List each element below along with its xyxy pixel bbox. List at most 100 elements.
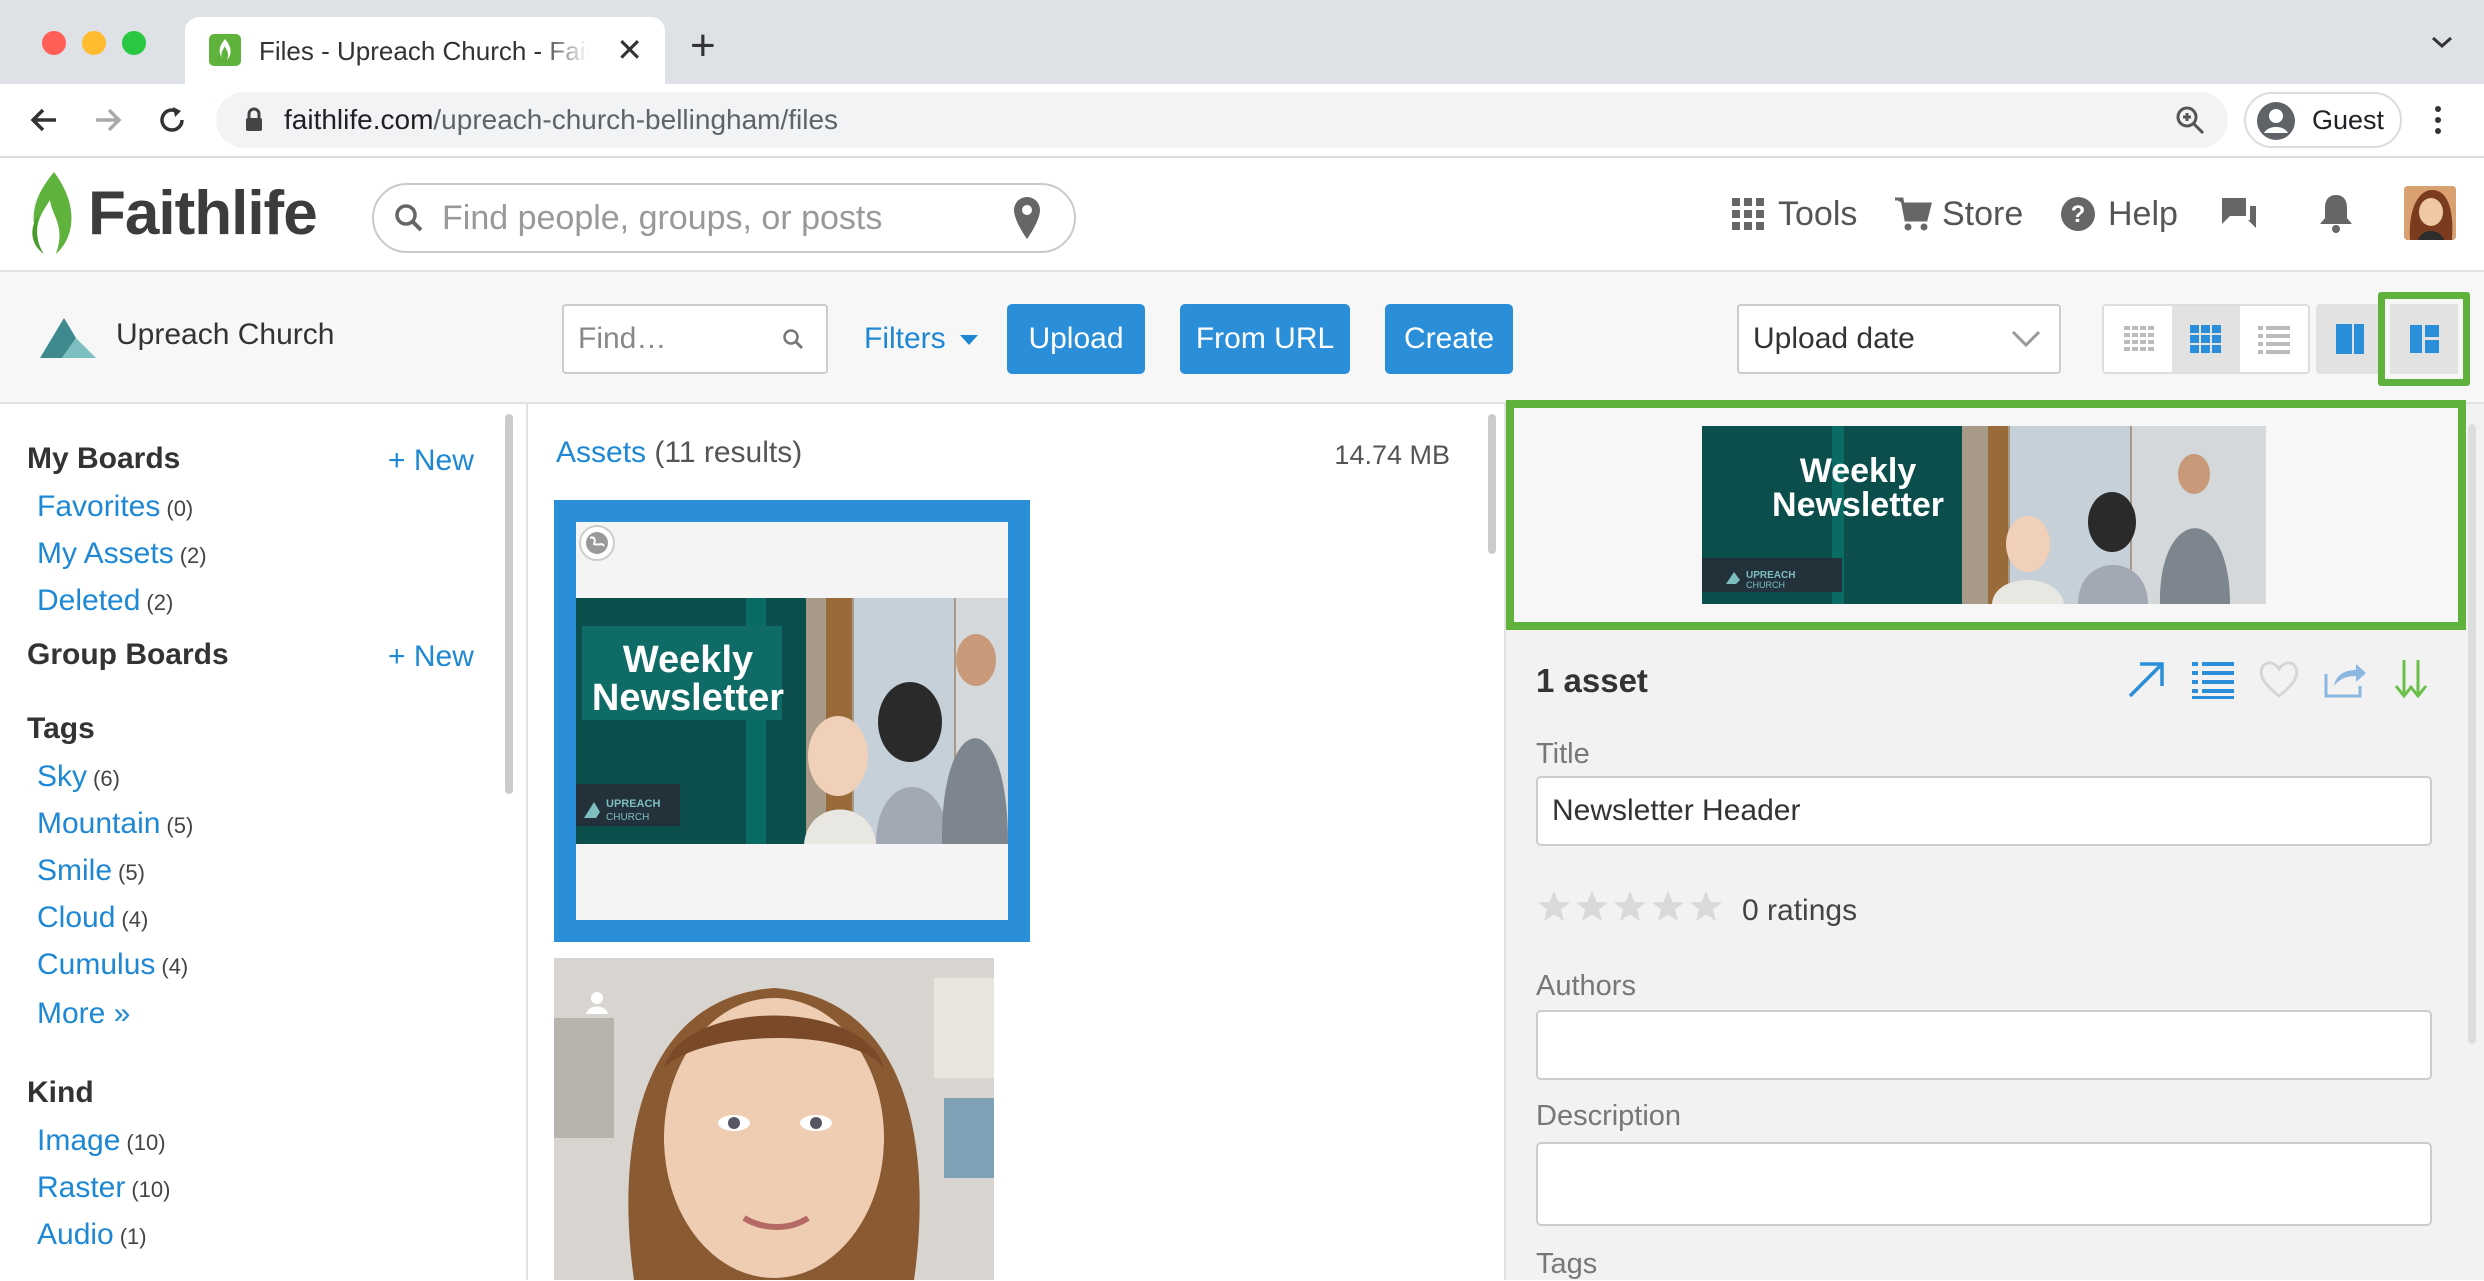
tag-item-cloud[interactable]: Cloud (4) — [37, 901, 148, 935]
tag-item-count: (5) — [118, 860, 145, 885]
favorite-heart-icon[interactable] — [2256, 656, 2302, 702]
new-my-board-link[interactable]: + New — [388, 444, 474, 478]
global-search — [372, 183, 1076, 253]
my-boards-heading: My Boards — [27, 442, 181, 475]
tag-item-label: Cloud — [37, 901, 116, 934]
zoom-icon[interactable] — [2174, 104, 2206, 136]
tags-more-link[interactable]: More » — [37, 997, 130, 1031]
tag-item-count: (6) — [93, 766, 120, 791]
detail-scrollbar[interactable] — [2468, 424, 2476, 1044]
download-arrows-icon[interactable] — [2388, 656, 2434, 702]
messages-icon[interactable] — [2218, 194, 2262, 234]
upload-button[interactable]: Upload — [1007, 304, 1145, 374]
kind-item-audio[interactable]: Audio (1) — [37, 1218, 147, 1252]
open-arrow-icon[interactable] — [2124, 656, 2170, 702]
view-large-grid-button[interactable] — [2172, 306, 2240, 372]
window-close-button[interactable] — [42, 31, 66, 55]
asset-preview-image[interactable]: Weekly Newsletter UPREACH CHURCH — [1702, 426, 2266, 604]
group-name[interactable]: Upreach Church — [116, 318, 334, 352]
group-boards-heading: Group Boards — [27, 638, 229, 671]
upreach-church-logo-icon[interactable] — [36, 316, 100, 360]
faithlife-flame-logo-icon[interactable] — [24, 170, 80, 256]
tools-menu[interactable]: Tools — [1732, 190, 1857, 238]
preview-heading-line1: Weekly — [1800, 452, 1917, 490]
global-search-input[interactable] — [442, 193, 982, 243]
kind-item-raster[interactable]: Raster (10) — [37, 1171, 170, 1205]
faithlife-wordmark[interactable]: Faithlife — [88, 178, 318, 249]
faithlife-favicon-icon — [209, 34, 241, 66]
add-to-board-list-icon[interactable] — [2190, 656, 2236, 702]
filters-dropdown[interactable]: Filters — [864, 322, 979, 356]
group-toolbar: Upreach Church Filters Upload From URL C… — [0, 272, 2484, 404]
profile-button[interactable]: Guest — [2244, 92, 2402, 148]
tab-title: Files - Upreach Church - Faithlife — [259, 36, 589, 66]
profile-avatar-icon — [2256, 101, 2296, 141]
create-button[interactable]: Create — [1385, 304, 1513, 374]
tag-item-mountain[interactable]: Mountain (5) — [37, 807, 193, 841]
view-mode-group — [2102, 304, 2310, 374]
board-item-favorites[interactable]: Favorites (0) — [37, 490, 193, 524]
board-item-count: (2) — [146, 590, 174, 615]
view-list-button[interactable] — [2240, 306, 2308, 372]
browser-menu-icon[interactable] — [2432, 102, 2444, 138]
back-arrow-icon[interactable] — [26, 102, 62, 138]
authors-label: Authors — [1536, 970, 1636, 1002]
share-icon[interactable] — [2322, 656, 2368, 702]
svg-text:?: ? — [2071, 201, 2086, 228]
public-globe-icon — [578, 524, 616, 562]
title-input[interactable] — [1536, 776, 2432, 846]
lock-icon — [244, 107, 264, 133]
authors-input[interactable] — [1536, 1010, 2432, 1080]
caret-down-icon — [960, 335, 979, 346]
board-item-label: Favorites — [37, 490, 161, 523]
forward-arrow-icon[interactable] — [90, 102, 126, 138]
grid-icon — [1732, 198, 1764, 230]
store-menu[interactable]: Store — [1894, 190, 2023, 238]
assets-grid: Assets (11 results) 14.74 MB Weekly News… — [530, 404, 1496, 1280]
board-item-my-assets[interactable]: My Assets (2) — [37, 537, 207, 571]
description-input[interactable] — [1536, 1142, 2432, 1226]
board-item-deleted[interactable]: Deleted (2) — [37, 584, 173, 618]
private-user-icon — [584, 990, 610, 1016]
star-rating[interactable] — [1536, 888, 1732, 928]
assets-total-size: 14.74 MB — [1334, 440, 1450, 470]
board-item-count: (0) — [166, 496, 194, 521]
kind-item-label: Audio — [37, 1218, 114, 1251]
notifications-bell-icon[interactable] — [2318, 192, 2354, 234]
tag-item-count: (5) — [166, 813, 194, 838]
from-url-button[interactable]: From URL — [1180, 304, 1350, 374]
tag-item-smile[interactable]: Smile (5) — [37, 854, 145, 888]
assets-heading: Assets (11 results) — [556, 436, 802, 470]
asset-find-input[interactable] — [578, 316, 778, 362]
view-small-grid-button[interactable] — [2104, 306, 2172, 372]
selected-count: 1 asset — [1536, 662, 1648, 699]
new-tab-button[interactable]: + — [690, 24, 716, 68]
view-panel-button[interactable] — [2316, 304, 2384, 374]
tag-item-cumulus[interactable]: Cumulus (4) — [37, 948, 188, 982]
assets-results-count: (11 results) — [654, 436, 803, 469]
description-label: Description — [1536, 1100, 1682, 1132]
newsletter-thumbnail: Weekly Newsletter UPREACH CHURCH — [576, 598, 1008, 844]
asset-card-selected[interactable]: Weekly Newsletter UPREACH CHURCH — [554, 500, 1030, 942]
kind-item-image[interactable]: Image (10) — [37, 1124, 166, 1158]
sort-select[interactable]: Upload date — [1737, 304, 2061, 374]
user-avatar[interactable] — [2404, 186, 2456, 240]
tab-search-chevron-icon[interactable] — [2430, 34, 2454, 50]
sidebar-scrollbar[interactable] — [505, 414, 513, 794]
window-minimize-button[interactable] — [82, 31, 106, 55]
assets-link[interactable]: Assets — [556, 436, 646, 469]
thumb-brand-line2: CHURCH — [606, 812, 649, 823]
find-search-icon[interactable] — [782, 328, 804, 350]
window-zoom-button[interactable] — [122, 31, 146, 55]
tab-close-icon[interactable]: ✕ — [616, 33, 643, 67]
assets-scrollbar[interactable] — [1488, 414, 1496, 554]
preview-heading-line2: Newsletter — [1772, 486, 1944, 524]
help-menu[interactable]: ? Help — [2060, 190, 2178, 238]
browser-tab[interactable]: Files - Upreach Church - Faithlife ✕ — [185, 17, 665, 85]
reload-icon[interactable] — [154, 102, 190, 138]
tag-item-sky[interactable]: Sky (6) — [37, 760, 120, 794]
asset-card-portrait[interactable] — [554, 958, 994, 1280]
new-group-board-link[interactable]: + New — [388, 640, 474, 674]
location-pin-icon[interactable] — [1012, 195, 1042, 241]
address-bar[interactable]: faithlife.com/upreach-church-bellingham/… — [216, 92, 2228, 148]
